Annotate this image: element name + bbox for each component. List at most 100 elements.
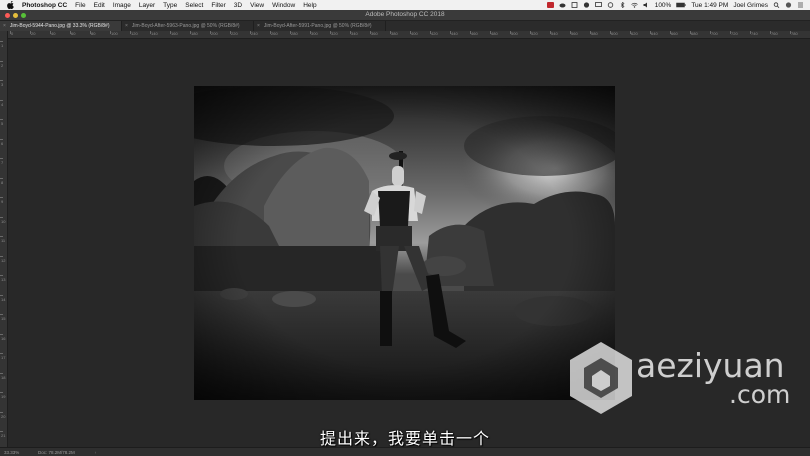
menu-edit[interactable]: Edit bbox=[94, 2, 105, 9]
ruler-label: 760 bbox=[771, 31, 778, 36]
script-icon[interactable] bbox=[571, 2, 578, 8]
creative-cloud-icon[interactable] bbox=[583, 2, 590, 8]
ruler-label: 260 bbox=[271, 31, 278, 36]
menu-3d[interactable]: 3D bbox=[234, 2, 242, 9]
menu-window[interactable]: Window bbox=[272, 2, 295, 9]
menu-bar: Photoshop CC File Edit Image Layer Type … bbox=[0, 0, 810, 10]
menu-image[interactable]: Image bbox=[113, 2, 131, 9]
ruler-label: 700 bbox=[711, 31, 718, 36]
ruler-tick bbox=[0, 177, 3, 179]
menu-layer[interactable]: Layer bbox=[139, 2, 155, 9]
notification-icon[interactable] bbox=[797, 2, 804, 8]
clock[interactable]: Tue 1:49 PM bbox=[691, 2, 728, 9]
cloud-icon[interactable] bbox=[559, 2, 566, 8]
ruler-label: 19 bbox=[1, 394, 6, 399]
ruler-label: 440 bbox=[451, 31, 458, 36]
horizontal-ruler[interactable]: 0 20 40 60 80 100 120 140 160 180 200 220 240 260 280 3… bbox=[8, 31, 810, 39]
ruler-tick bbox=[0, 392, 3, 393]
ruler-label: 20 bbox=[1, 413, 6, 419]
volume-icon[interactable] bbox=[643, 2, 650, 8]
close-tab-icon[interactable]: × bbox=[3, 23, 6, 29]
tab-label: Jim-Boyd-After-5963-Pano.jpg @ 50% (RGB/… bbox=[131, 23, 240, 29]
search-icon[interactable] bbox=[773, 2, 780, 8]
ruler-label: 780 bbox=[791, 31, 798, 36]
tab-document-1[interactable]: × Jim-Boyd-5944-Pano.jpg @ 33.3% (RGB/8#… bbox=[0, 21, 122, 31]
battery-icon[interactable] bbox=[676, 2, 687, 8]
chevron-right-icon[interactable]: › bbox=[95, 450, 97, 455]
menu-filter[interactable]: Filter bbox=[211, 2, 225, 9]
app-menu[interactable]: Photoshop CC bbox=[22, 2, 67, 9]
menu-view[interactable]: View bbox=[250, 2, 264, 9]
bluetooth-icon[interactable] bbox=[619, 1, 626, 9]
apple-icon[interactable] bbox=[7, 0, 16, 10]
ruler-label: 100 bbox=[111, 31, 118, 36]
ruler-tick bbox=[0, 119, 3, 120]
user-name[interactable]: Joel Grimes bbox=[733, 2, 768, 9]
ruler-label: 12 bbox=[1, 257, 6, 263]
ruler-label: 140 bbox=[151, 31, 158, 36]
ruler-label: 3 bbox=[1, 82, 4, 87]
ruler-label: 15 bbox=[1, 316, 6, 321]
zoom-level[interactable]: 33.33% bbox=[4, 450, 38, 455]
ruler-label: 580 bbox=[591, 31, 598, 36]
ruler-label: 300 bbox=[311, 31, 318, 36]
ruler-label: 560 bbox=[571, 31, 578, 36]
ruler-label: 460 bbox=[471, 31, 478, 36]
ruler-tick bbox=[0, 333, 3, 335]
ruler-label: 520 bbox=[531, 31, 538, 36]
document-tabs: × Jim-Boyd-5944-Pano.jpg @ 33.3% (RGB/8#… bbox=[0, 21, 810, 31]
ruler-label: 0 bbox=[11, 31, 14, 36]
menu-file[interactable]: File bbox=[75, 2, 85, 9]
ruler-label: 640 bbox=[651, 31, 658, 36]
display-icon[interactable] bbox=[594, 2, 602, 8]
document-photo[interactable] bbox=[194, 86, 615, 400]
record-icon[interactable] bbox=[546, 2, 554, 8]
sync-icon[interactable] bbox=[607, 2, 614, 8]
ruler-tick bbox=[0, 138, 3, 140]
ruler-label: 5 bbox=[1, 121, 4, 126]
ruler-label: 180 bbox=[191, 31, 198, 36]
ruler-tick bbox=[0, 60, 3, 62]
ruler-tick bbox=[0, 197, 3, 198]
ruler-tick bbox=[0, 158, 3, 159]
ruler-label: 14 bbox=[1, 296, 6, 302]
ruler-label: 680 bbox=[691, 31, 698, 36]
ruler-tick bbox=[0, 99, 3, 101]
menu-help[interactable]: Help bbox=[303, 2, 316, 9]
ruler-label: 620 bbox=[631, 31, 638, 36]
close-tab-icon[interactable]: × bbox=[125, 23, 128, 29]
ruler-label: 8 bbox=[1, 179, 4, 185]
ruler-label: 220 bbox=[231, 31, 238, 36]
ruler-tick bbox=[0, 236, 3, 237]
wifi-icon[interactable] bbox=[630, 2, 638, 8]
ruler-label: 540 bbox=[551, 31, 558, 36]
ruler-label: 16 bbox=[1, 335, 6, 341]
ruler-label: 200 bbox=[211, 31, 218, 36]
menu-select[interactable]: Select bbox=[185, 2, 203, 9]
ruler-tick bbox=[0, 314, 3, 315]
ruler-tick bbox=[0, 255, 3, 257]
ruler-label: 740 bbox=[751, 31, 758, 36]
close-tab-icon[interactable]: × bbox=[257, 23, 260, 29]
vertical-ruler[interactable]: 1 2 3 4 5 6 7 8 9 10 11 12 13 14 15 16 17 18 19 20 21 bbox=[0, 31, 8, 447]
document-size: Doc: 78.2M/78.2M bbox=[38, 449, 75, 455]
window-title: Adobe Photoshop CC 2018 bbox=[365, 11, 445, 18]
ruler-label: 320 bbox=[331, 31, 338, 36]
tab-document-2[interactable]: × Jim-Boyd-After-5963-Pano.jpg @ 50% (RG… bbox=[122, 21, 254, 31]
ruler-label: 340 bbox=[351, 31, 358, 36]
ruler-label: 2 bbox=[1, 62, 4, 68]
ruler-label: 10 bbox=[1, 218, 6, 224]
ruler-tick bbox=[0, 80, 3, 81]
ruler-tick bbox=[0, 411, 3, 413]
ruler-label: 720 bbox=[731, 31, 738, 36]
ruler-label: 9 bbox=[1, 199, 4, 204]
ruler-label: 240 bbox=[251, 31, 258, 36]
ruler-label: 600 bbox=[611, 31, 618, 36]
tab-document-3[interactable]: × Jim-Boyd-After-5991-Pano.jpg @ 50% (RG… bbox=[254, 21, 386, 31]
ruler-label: 4 bbox=[1, 101, 4, 107]
siri-icon[interactable] bbox=[785, 2, 792, 8]
battery-percent: 100% bbox=[654, 1, 672, 9]
video-subtitle: 提出来，我要单击一个 bbox=[319, 431, 490, 448]
menu-type[interactable]: Type bbox=[163, 2, 177, 9]
ruler-tick bbox=[0, 372, 3, 374]
